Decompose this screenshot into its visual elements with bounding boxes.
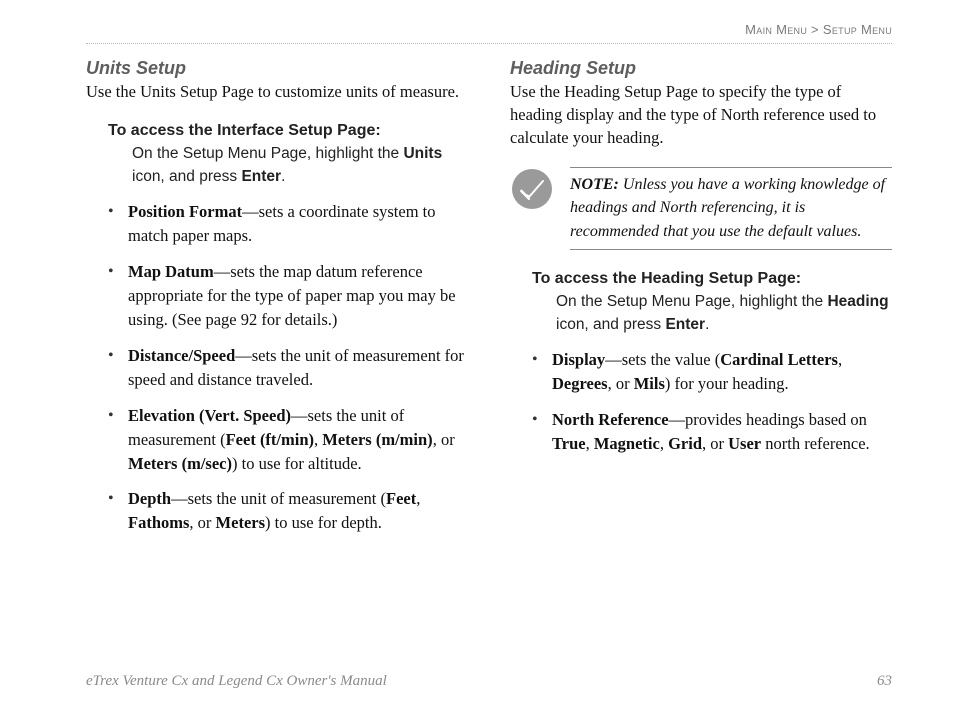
join: ,: [838, 350, 842, 369]
section-title-heading: Heading Setup: [510, 58, 892, 79]
text: ) to use for depth.: [265, 513, 382, 532]
opt: Grid: [668, 434, 702, 453]
term: Distance/Speed: [128, 346, 235, 365]
list-item: Map Datum—sets the map datum reference a…: [108, 260, 468, 332]
note: NOTE: Unless you have a working knowledg…: [510, 167, 892, 250]
page-number: 63: [877, 673, 892, 690]
text: On the Setup Menu Page, highlight the: [556, 293, 827, 310]
columns: Units Setup Use the Units Setup Page to …: [86, 58, 892, 547]
text: icon, and press: [132, 168, 241, 185]
opt: True: [552, 434, 586, 453]
term: Display: [552, 350, 605, 369]
footer: eTrex Venture Cx and Legend Cx Owner's M…: [86, 673, 892, 690]
term: Map Datum: [128, 262, 214, 281]
text: north reference.: [761, 434, 870, 453]
instr-body-heading: On the Setup Menu Page, highlight the He…: [532, 290, 892, 337]
join: ,: [660, 434, 668, 453]
breadcrumb: Main Menu > Setup Menu: [86, 22, 892, 37]
text: ) for your heading.: [665, 374, 789, 393]
divider: [86, 43, 892, 44]
breadcrumb-left: Main Menu: [745, 22, 807, 37]
col-left: Units Setup Use the Units Setup Page to …: [86, 58, 468, 547]
text: —provides headings based on: [669, 410, 867, 429]
opt: Magnetic: [594, 434, 660, 453]
opt: Feet (ft/min): [226, 430, 314, 449]
text: ) to use for altitude.: [232, 454, 362, 473]
instr-block-units: To access the Interface Setup Page: On t…: [86, 122, 468, 189]
bold: Heading: [827, 293, 888, 310]
col-right: Heading Setup Use the Heading Setup Page…: [510, 58, 892, 547]
opt: Meters (m/min): [322, 430, 432, 449]
opt: User: [728, 434, 761, 453]
list-item: Distance/Speed—sets the unit of measurem…: [108, 344, 468, 392]
footer-title: eTrex Venture Cx and Legend Cx Owner's M…: [86, 673, 387, 690]
join: , or: [189, 513, 215, 532]
text: .: [705, 316, 709, 333]
list-item: Position Format—sets a coordinate system…: [108, 200, 468, 248]
lead-heading: Use the Heading Setup Page to specify th…: [510, 81, 892, 149]
list-heading: Display—sets the value (Cardinal Letters…: [510, 348, 892, 456]
list-units: Position Format—sets a coordinate system…: [86, 200, 468, 535]
bold: Enter: [665, 316, 705, 333]
bold: Units: [403, 145, 442, 162]
join: , or: [608, 374, 634, 393]
join: , or: [433, 430, 455, 449]
page-root: Main Menu > Setup Menu Units Setup Use t…: [0, 0, 954, 716]
text: —sets the unit of measurement (: [171, 489, 386, 508]
opt: Meters (m/sec): [128, 454, 232, 473]
breadcrumb-right: Setup Menu: [823, 22, 892, 37]
instr-title-units: To access the Interface Setup Page:: [108, 122, 468, 140]
bold: Enter: [241, 168, 281, 185]
term: North Reference: [552, 410, 669, 429]
text: .: [281, 168, 285, 185]
check-circle-icon: [510, 167, 554, 216]
lead-units: Use the Units Setup Page to customize un…: [86, 81, 468, 104]
opt: Fathoms: [128, 513, 189, 532]
opt: Mils: [634, 374, 665, 393]
note-box: NOTE: Unless you have a working knowledg…: [570, 167, 892, 250]
join: ,: [586, 434, 594, 453]
section-title-units: Units Setup: [86, 58, 468, 79]
opt: Degrees: [552, 374, 608, 393]
breadcrumb-sep: >: [811, 22, 819, 37]
instr-body-units: On the Setup Menu Page, highlight the Un…: [108, 142, 468, 189]
text: On the Setup Menu Page, highlight the: [132, 145, 403, 162]
opt: Cardinal Letters: [720, 350, 838, 369]
term: Depth: [128, 489, 171, 508]
list-item: Display—sets the value (Cardinal Letters…: [532, 348, 892, 396]
text: —sets the value (: [605, 350, 720, 369]
instr-block-heading: To access the Heading Setup Page: On the…: [510, 270, 892, 337]
text: icon, and press: [556, 316, 665, 333]
instr-title-heading: To access the Heading Setup Page:: [532, 270, 892, 288]
list-item: Depth—sets the unit of measurement (Feet…: [108, 487, 468, 535]
term: Position Format: [128, 202, 242, 221]
list-item: Elevation (Vert. Speed)—sets the unit of…: [108, 404, 468, 476]
note-label: NOTE:: [570, 176, 619, 193]
list-item: North Reference—provides headings based …: [532, 408, 892, 456]
opt: Feet: [386, 489, 416, 508]
term: Elevation (Vert. Speed): [128, 406, 291, 425]
join: , or: [702, 434, 728, 453]
join: ,: [416, 489, 420, 508]
opt: Meters: [216, 513, 265, 532]
